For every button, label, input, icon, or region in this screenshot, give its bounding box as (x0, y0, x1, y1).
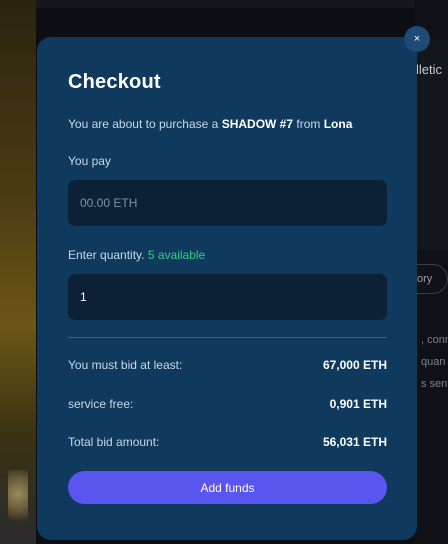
background-description-line-1: , conn (421, 334, 448, 346)
min-bid-label: You must bid at least: (68, 358, 183, 372)
pay-field (68, 180, 387, 226)
purchase-seller-name: Lona (323, 117, 353, 131)
background-description-line-3: s sent (421, 378, 448, 390)
total-bid-label: Total bid amount: (68, 435, 160, 449)
quantity-label-text: Enter quantity. (68, 248, 145, 262)
background-description-line-2: quan (421, 356, 446, 368)
service-fee-value: 0,901 ETH (329, 397, 387, 411)
service-fee-label: service free: (68, 397, 134, 411)
purchase-prefix: You are about to purchase a (68, 117, 219, 131)
purchase-item-name: SHADOW #7 (221, 117, 294, 131)
quantity-input[interactable] (80, 290, 387, 304)
add-funds-button[interactable]: Add funds (68, 471, 387, 504)
summary-row-service-fee: service free: 0,901 ETH (68, 397, 387, 411)
close-icon: × (413, 33, 421, 45)
purchase-middle: from (296, 117, 321, 131)
pay-label: You pay (68, 154, 111, 168)
summary-divider (68, 337, 387, 338)
summary-row-min-bid: You must bid at least: 67,000 ETH (68, 358, 387, 372)
background-artwork (0, 0, 36, 544)
checkout-modal: Checkout You are about to purchase a SHA… (37, 37, 417, 540)
close-modal-button[interactable]: × (404, 26, 430, 52)
min-bid-value: 67,000 ETH (322, 358, 387, 372)
background-top-strip (0, 0, 448, 8)
modal-title: Checkout (68, 71, 161, 93)
purchase-description: You are about to purchase a SHADOW #7 fr… (68, 117, 352, 131)
quantity-available: 5 available (147, 248, 206, 262)
background-collection-text: lletic (416, 62, 443, 77)
quantity-field (68, 274, 387, 320)
quantity-label: Enter quantity. 5 available (68, 248, 205, 262)
summary-row-total: Total bid amount: 56,031 ETH (68, 435, 387, 449)
pay-amount-input[interactable] (80, 196, 387, 210)
total-bid-value: 56,031 ETH (322, 435, 387, 449)
